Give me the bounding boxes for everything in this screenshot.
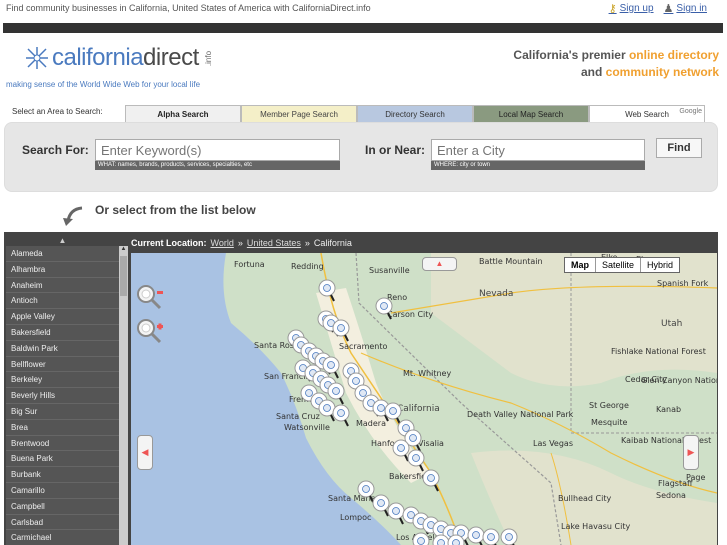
or-select-heading: Or select from the list below — [95, 203, 256, 217]
city-hint: WHERE: city or town — [431, 161, 645, 170]
premier-line2b: community network — [605, 65, 719, 79]
breadcrumb-sep: » — [304, 238, 310, 248]
logo-subtag: making sense of the World Wide Web for y… — [6, 80, 201, 89]
keyword-hint: WHAT: names, brands, products, services,… — [95, 161, 340, 170]
google-logo: Google — [679, 108, 702, 115]
pan-left-button[interactable]: ◀ — [137, 435, 153, 470]
list-scrollbar[interactable]: ▲ — [119, 246, 128, 545]
logo-text: californiadirect — [52, 44, 199, 72]
list-item[interactable]: Berkeley — [6, 372, 119, 389]
list-item[interactable]: Bellflower — [6, 356, 119, 373]
map-marker[interactable] — [392, 439, 410, 462]
city-list: Alameda Alhambra Anaheim Antioch Apple Valle… — [6, 246, 119, 545]
map-marker[interactable] — [375, 297, 393, 320]
list-item[interactable]: Carmichael — [6, 530, 119, 545]
map-canvas[interactable]: Fortuna Redding Susanville Battle Mountain N… — [131, 253, 717, 545]
pan-up-button[interactable]: ▲ — [422, 257, 457, 271]
tab-local-map-search[interactable]: Local Map Search — [473, 105, 589, 122]
list-item[interactable]: Burbank — [6, 467, 119, 483]
breadcrumb-state: California — [313, 238, 352, 248]
list-item[interactable]: Campbell — [6, 498, 119, 515]
list-item[interactable]: Beverly Hills — [6, 388, 119, 404]
logo-part1: california — [52, 44, 144, 71]
list-item[interactable]: Brentwood — [6, 435, 119, 452]
list-item[interactable]: Antioch — [6, 293, 119, 310]
list-item[interactable]: Alhambra — [6, 261, 119, 278]
map-markers — [287, 279, 518, 545]
zoom-out-icon[interactable] — [135, 283, 165, 311]
search-tabs: Alpha Search Member Page Search Director… — [125, 105, 705, 122]
signup-label: Sign up — [619, 3, 654, 14]
city-input[interactable] — [431, 139, 645, 161]
premier-line2a: and — [580, 65, 606, 79]
breadcrumb-country[interactable]: United States — [247, 238, 301, 248]
map-type-map[interactable]: Map — [565, 258, 596, 272]
tab-directory-search[interactable]: Directory Search — [357, 105, 473, 122]
list-item[interactable]: Apple Valley — [6, 309, 119, 325]
tab-web-search[interactable]: Web Search Google — [589, 105, 705, 122]
map-marker[interactable] — [318, 279, 336, 302]
user-links: ⚷ Sign up ♟ Sign in — [609, 2, 707, 15]
person-icon: ♟ — [663, 3, 674, 15]
keyword-input[interactable] — [95, 139, 340, 161]
tab-member-page-search[interactable]: Member Page Search — [241, 105, 357, 122]
list-item[interactable]: Alameda — [6, 246, 119, 262]
key-icon: ⚷ — [608, 3, 617, 15]
map-marker[interactable] — [500, 528, 518, 545]
area-label: Select an Area to Search: — [12, 107, 103, 116]
map-marker[interactable] — [332, 404, 350, 427]
list-item[interactable]: Brea — [6, 419, 119, 436]
logo-suffix: .info — [203, 50, 213, 66]
list-item[interactable]: Buena Park — [6, 451, 119, 468]
find-button[interactable]: Find — [656, 138, 702, 158]
breadcrumb-sep: » — [237, 238, 243, 248]
web-search-label: Web Search — [625, 110, 669, 119]
scroll-thumb[interactable] — [120, 256, 127, 296]
map-marker[interactable] — [407, 449, 425, 472]
in-or-near-label: In or Near: — [365, 143, 426, 157]
list-item[interactable]: Big Sur — [6, 403, 119, 420]
map-marker[interactable] — [482, 528, 500, 545]
map-type-control: Map Satellite Hybrid — [564, 257, 681, 273]
signup-link[interactable]: ⚷ Sign up — [609, 2, 654, 15]
site-logo[interactable]: californiadirect .info — [26, 44, 216, 72]
map-marker[interactable] — [318, 399, 336, 422]
map-type-satellite[interactable]: Satellite — [596, 258, 642, 272]
map-type-hybrid[interactable]: Hybrid — [641, 258, 679, 272]
location-label: Current Location: — [131, 238, 207, 248]
map-marker[interactable] — [467, 526, 485, 545]
map-marker[interactable] — [372, 494, 390, 517]
header-bar — [3, 23, 723, 33]
curved-arrow-icon — [63, 206, 83, 226]
signin-label: Sign in — [676, 3, 707, 14]
map-marker[interactable] — [387, 502, 405, 525]
list-item[interactable]: Carlsbad — [6, 514, 119, 531]
logo-part2: direct — [143, 44, 199, 71]
search-for-label: Search For: — [22, 143, 89, 157]
map-marker[interactable] — [332, 319, 350, 342]
zoom-in-icon[interactable] — [135, 317, 165, 345]
list-scroll-up-icon[interactable]: ▲ — [6, 236, 119, 246]
premier-line1a: California's premier — [513, 48, 629, 62]
breadcrumb-world[interactable]: World — [211, 238, 234, 248]
list-item[interactable]: Baldwin Park — [6, 340, 119, 357]
scroll-up-arrow-icon[interactable]: ▲ — [119, 246, 128, 255]
map-marker[interactable] — [412, 532, 430, 545]
premier-line1b: online directory — [628, 48, 719, 62]
premier-text: California's premier online directory an… — [513, 47, 719, 81]
site-tagline: Find community businesses in California,… — [6, 3, 371, 13]
list-item[interactable]: Bakersfield — [6, 324, 119, 341]
tab-alpha-search[interactable]: Alpha Search — [125, 105, 241, 122]
list-item[interactable]: Anaheim — [6, 277, 119, 294]
logo-mark-icon — [26, 47, 48, 69]
pan-right-button[interactable]: ▶ — [683, 435, 699, 470]
map-marker[interactable] — [422, 469, 440, 492]
breadcrumb: Current Location: World » United States … — [131, 238, 352, 248]
map-marker[interactable] — [357, 480, 375, 503]
signin-link[interactable]: ♟ Sign in — [664, 2, 707, 15]
list-item[interactable]: Camarillo — [6, 482, 119, 499]
